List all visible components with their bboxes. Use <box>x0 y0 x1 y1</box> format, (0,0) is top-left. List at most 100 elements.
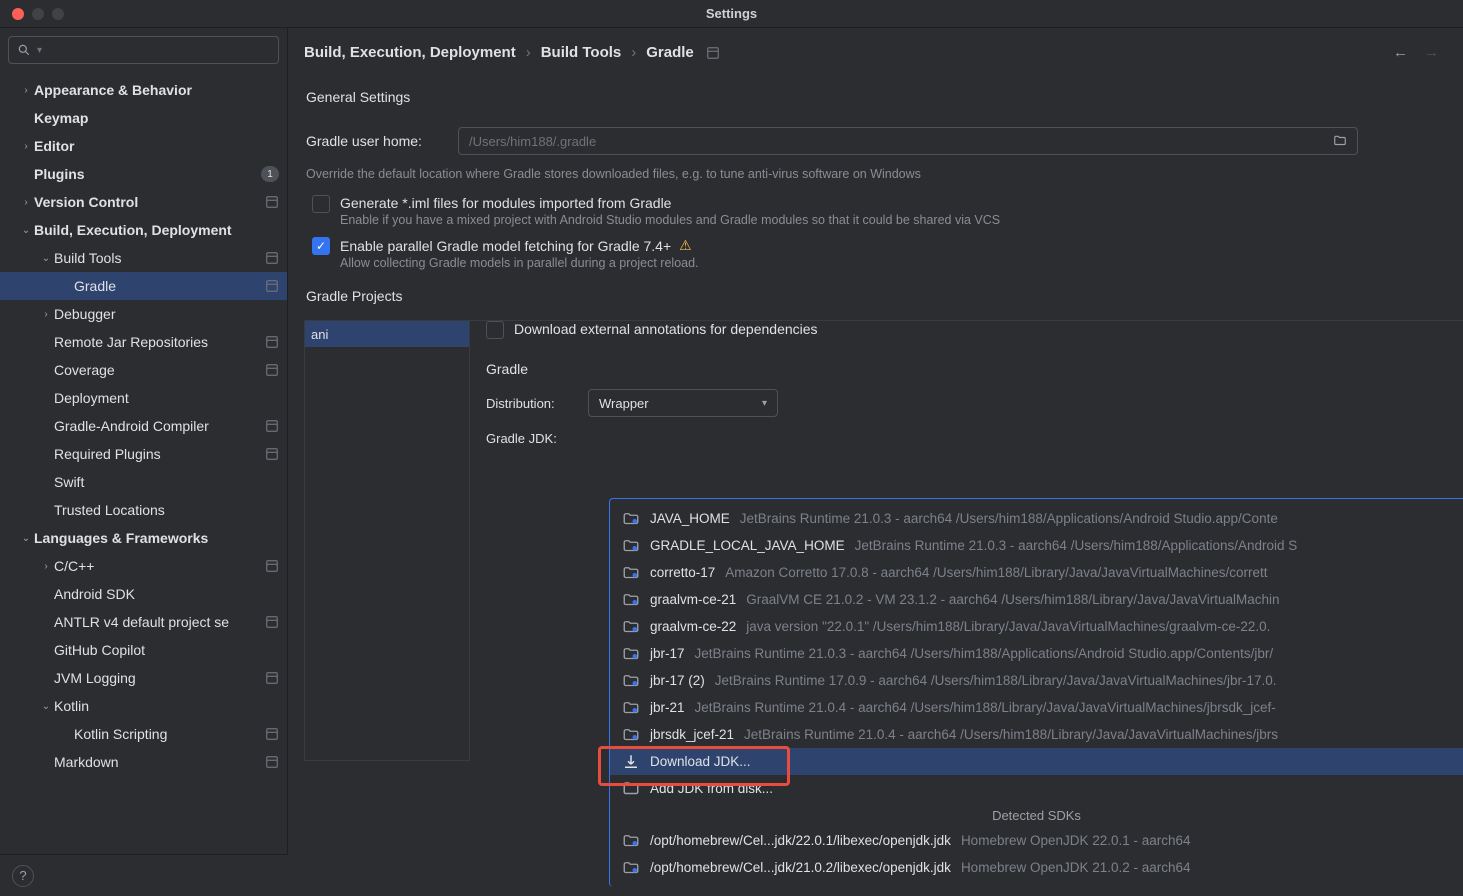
jdk-option[interactable]: graalvm-ce-22 java version "22.0.1" /Use… <box>610 613 1463 640</box>
tree-item[interactable]: ⌄Kotlin <box>0 692 287 720</box>
jdk-option[interactable]: jbrsdk_jcef-21 JetBrains Runtime 21.0.4 … <box>610 721 1463 748</box>
folder-jdk-icon <box>622 699 640 717</box>
jdk-option[interactable]: JAVA_HOME JetBrains Runtime 21.0.3 - aar… <box>610 505 1463 532</box>
project-scope-icon <box>265 671 279 685</box>
minimize-window-button[interactable] <box>32 8 44 20</box>
gradle-home-input[interactable]: /Users/him188/.gradle <box>458 127 1358 155</box>
tree-item[interactable]: ›Appearance & Behavior <box>0 76 287 104</box>
project-item[interactable]: ani <box>305 321 469 347</box>
nav-back-button[interactable]: ← <box>1393 44 1408 61</box>
tree-item[interactable]: Deployment <box>0 384 287 412</box>
tree-item-label: JVM Logging <box>54 670 261 686</box>
tree-item[interactable]: Kotlin Scripting <box>0 720 287 748</box>
annotations-label[interactable]: Download external annotations for depend… <box>514 321 818 337</box>
jdk-option-label: corretto-17 <box>650 565 715 580</box>
tree-item[interactable]: Keymap <box>0 104 287 132</box>
search-input[interactable]: ▾ <box>8 36 279 64</box>
distribution-label: Distribution: <box>486 396 576 411</box>
jdk-option-sub: Homebrew OpenJDK 21.0.2 - aarch64 <box>961 860 1191 875</box>
jdk-option[interactable]: GRADLE_LOCAL_JAVA_HOME JetBrains Runtime… <box>610 532 1463 559</box>
project-scope-icon <box>265 727 279 741</box>
tree-item-label: Debugger <box>54 306 279 322</box>
jdk-option[interactable]: jbr-17 (2) JetBrains Runtime 17.0.9 - aa… <box>610 667 1463 694</box>
close-window-button[interactable] <box>12 8 24 20</box>
maximize-window-button[interactable] <box>52 8 64 20</box>
breadcrumb: Build, Execution, Deployment › Build Too… <box>304 44 1463 61</box>
parallel-label[interactable]: Enable parallel Gradle model fetching fo… <box>340 238 671 254</box>
tree-item[interactable]: Android SDK <box>0 580 287 608</box>
chevron-down-icon: ⌄ <box>38 253 54 264</box>
project-scope-icon <box>265 251 279 265</box>
add-jdk-from-disk-item[interactable]: Add JDK from disk... <box>610 775 1463 802</box>
tree-item[interactable]: ›Editor <box>0 132 287 160</box>
iml-caption: Enable if you have a mixed project with … <box>340 213 1000 227</box>
tree-item-label: Version Control <box>34 194 261 210</box>
parallel-checkbox[interactable]: ✓ <box>312 237 330 255</box>
project-scope-icon <box>265 559 279 573</box>
folder-jdk-icon <box>622 780 640 798</box>
tree-item[interactable]: Gradle-Android Compiler <box>0 412 287 440</box>
jdk-option[interactable]: jbr-17 JetBrains Runtime 21.0.3 - aarch6… <box>610 640 1463 667</box>
folder-jdk-icon <box>622 832 640 850</box>
sidebar: ▾ ›Appearance & BehaviorKeymap›EditorPlu… <box>0 28 288 854</box>
jdk-option-label: GRADLE_LOCAL_JAVA_HOME <box>650 538 845 553</box>
tree-item-label: Keymap <box>34 110 279 126</box>
jdk-option[interactable]: graalvm-ce-21 GraalVM CE 21.0.2 - VM 23.… <box>610 586 1463 613</box>
tree-item[interactable]: Required Plugins <box>0 440 287 468</box>
jdk-option-sub: Amazon Corretto 17.0.8 - aarch64 /Users/… <box>725 565 1267 580</box>
jdk-option-sub: Homebrew OpenJDK 22.0.1 - aarch64 <box>961 833 1191 848</box>
nav-forward-button[interactable]: → <box>1424 44 1439 61</box>
chevron-right-icon: › <box>18 197 34 208</box>
tree-item[interactable]: ›Version Control <box>0 188 287 216</box>
iml-label[interactable]: Generate *.iml files for modules importe… <box>340 195 1000 211</box>
tree-item[interactable]: ⌄Build Tools <box>0 244 287 272</box>
tree-item[interactable]: ⌄Languages & Frameworks <box>0 524 287 552</box>
folder-icon[interactable] <box>1333 134 1347 148</box>
jdk-option-sub: GraalVM CE 21.0.2 - VM 23.1.2 - aarch64 … <box>746 592 1279 607</box>
tree-item[interactable]: ANTLR v4 default project se <box>0 608 287 636</box>
count-badge: 1 <box>261 166 279 182</box>
tree-item-label: Gradle <box>74 278 261 294</box>
tree-item-label: GitHub Copilot <box>54 642 279 658</box>
tree-item[interactable]: Plugins1 <box>0 160 287 188</box>
tree-item-label: Required Plugins <box>54 446 261 462</box>
jdk-option-sub: JetBrains Runtime 21.0.4 - aarch64 /User… <box>744 727 1278 742</box>
help-button[interactable]: ? <box>12 865 34 887</box>
jdk-option[interactable]: /opt/homebrew/Cel...jdk/22.0.1/libexec/o… <box>610 827 1463 854</box>
jdk-option[interactable]: jbr-21 JetBrains Runtime 21.0.4 - aarch6… <box>610 694 1463 721</box>
project-scope-icon <box>706 46 720 60</box>
tree-item[interactable]: Coverage <box>0 356 287 384</box>
tree-item[interactable]: Swift <box>0 468 287 496</box>
tree-item[interactable]: JVM Logging <box>0 664 287 692</box>
folder-jdk-icon <box>622 645 640 663</box>
distribution-dropdown[interactable]: Wrapper ▾ <box>588 389 778 417</box>
annotations-checkbox[interactable] <box>486 321 504 339</box>
iml-checkbox[interactable] <box>312 195 330 213</box>
footer: ? <box>0 854 288 896</box>
tree-item[interactable]: Markdown <box>0 748 287 776</box>
project-scope-icon <box>265 335 279 349</box>
jdk-option-label: /opt/homebrew/Cel...jdk/21.0.2/libexec/o… <box>650 860 951 875</box>
tree-item[interactable]: ›C/C++ <box>0 552 287 580</box>
tree-item[interactable]: Remote Jar Repositories <box>0 328 287 356</box>
tree-item-label: Coverage <box>54 362 261 378</box>
jdk-option[interactable]: corretto-17 Amazon Corretto 17.0.8 - aar… <box>610 559 1463 586</box>
gradle-home-placeholder: /Users/him188/.gradle <box>469 134 596 149</box>
chevron-right-icon: › <box>38 309 54 320</box>
tree-item-label: ANTLR v4 default project se <box>54 614 261 630</box>
project-scope-icon <box>265 447 279 461</box>
breadcrumb-item[interactable]: Build Tools <box>541 44 622 61</box>
settings-tree: ›Appearance & BehaviorKeymap›EditorPlugi… <box>0 72 287 854</box>
tree-item[interactable]: GitHub Copilot <box>0 636 287 664</box>
tree-item[interactable]: ⌄Build, Execution, Deployment <box>0 216 287 244</box>
tree-item[interactable]: Trusted Locations <box>0 496 287 524</box>
tree-item-label: Markdown <box>54 754 261 770</box>
tree-item[interactable]: ›Debugger <box>0 300 287 328</box>
breadcrumb-item-current: Gradle <box>646 44 694 61</box>
jdk-option[interactable]: /opt/homebrew/Cel...jdk/21.0.2/libexec/o… <box>610 854 1463 881</box>
download-jdk-item[interactable]: Download JDK... <box>610 748 1463 775</box>
breadcrumb-item[interactable]: Build, Execution, Deployment <box>304 44 516 61</box>
project-scope-icon <box>265 755 279 769</box>
tree-item[interactable]: Gradle <box>0 272 287 300</box>
tree-item-label: Appearance & Behavior <box>34 82 279 98</box>
